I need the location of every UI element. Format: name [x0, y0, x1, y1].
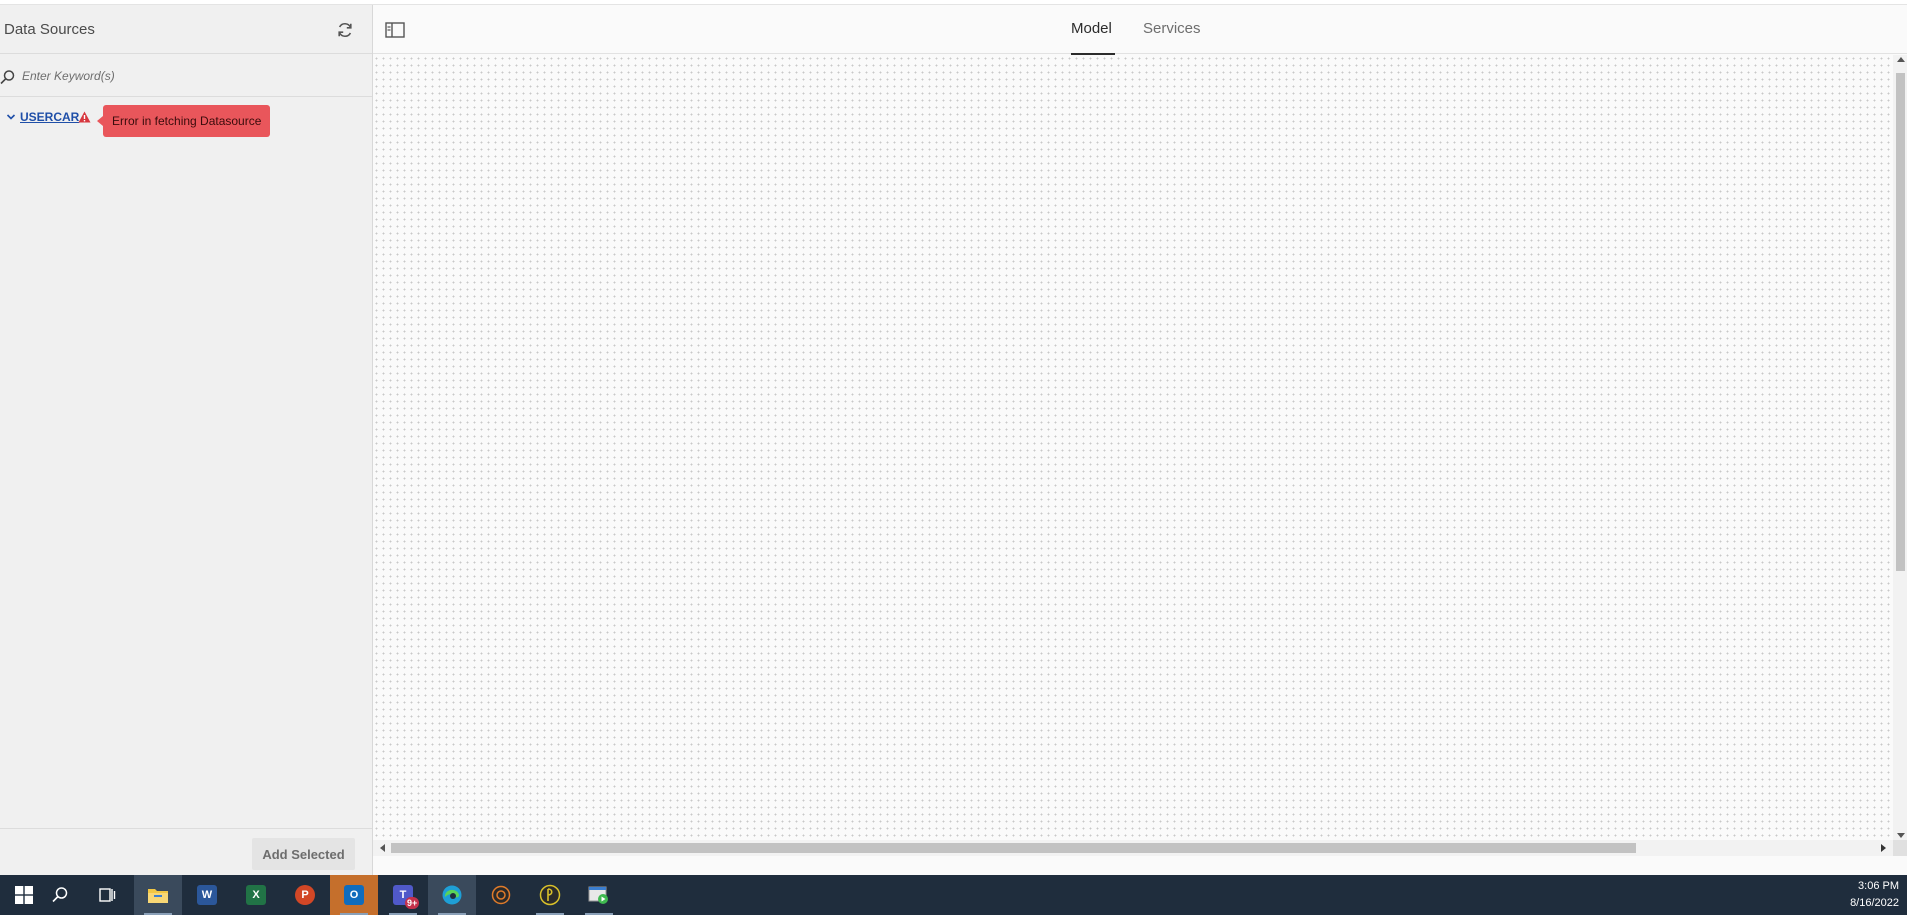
toggle-sidebar-icon[interactable]	[385, 21, 405, 39]
folder-icon	[148, 889, 168, 903]
horizontal-scrollbar[interactable]	[373, 840, 1907, 856]
refresh-button[interactable]	[334, 19, 356, 41]
scrollbar-corner	[1893, 840, 1907, 856]
tab-model[interactable]: Model	[1071, 5, 1115, 55]
search-bar	[0, 55, 372, 97]
datasource-link-usercar[interactable]: USERCAR	[20, 110, 79, 124]
taskbar-outlook[interactable]: O	[330, 875, 378, 915]
taskbar-teams[interactable]: T 9+	[379, 875, 427, 915]
scroll-down-icon[interactable]	[1897, 833, 1905, 838]
system-clock[interactable]: 3:06 PM 8/16/2022	[1819, 878, 1899, 912]
pen-app-icon	[539, 884, 561, 906]
taskbar-word[interactable]: W	[183, 875, 231, 915]
powerpoint-icon: P	[295, 885, 315, 905]
taskbar-app-green[interactable]	[575, 875, 623, 915]
task-view-icon	[99, 888, 116, 902]
taskbar-powerpoint[interactable]: P	[281, 875, 329, 915]
scroll-right-icon[interactable]	[1881, 844, 1886, 852]
search-icon	[52, 887, 68, 903]
windows-taskbar: W X P O T 9+ 3:06 PM 8/16/2022	[0, 875, 1907, 915]
taskbar-app-yellow[interactable]	[526, 875, 574, 915]
error-tooltip: Error in fetching Datasource	[96, 105, 271, 137]
scroll-up-icon[interactable]	[1897, 57, 1905, 62]
outlook-icon: O	[344, 885, 364, 905]
datasource-tree-item: USERCAR Error in fetching Datasource	[0, 105, 372, 137]
data-sources-panel: Data Sources USERCAR	[0, 5, 373, 875]
horizontal-scroll-thumb[interactable]	[391, 843, 1636, 853]
chevron-down-icon[interactable]	[5, 111, 17, 123]
editor-header: Model Services	[373, 5, 1907, 55]
windows-icon	[15, 886, 33, 904]
panel-title: Data Sources	[4, 21, 95, 38]
scroll-left-icon[interactable]	[380, 844, 385, 852]
word-icon: W	[197, 885, 217, 905]
model-editor: Model Services	[373, 5, 1907, 875]
add-selected-button[interactable]: Add Selected	[252, 838, 355, 870]
excel-icon: X	[246, 885, 266, 905]
search-icon	[0, 70, 15, 85]
notification-badge: 9+	[405, 897, 420, 909]
task-view-button[interactable]	[83, 875, 131, 915]
vertical-scrollbar[interactable]	[1893, 55, 1907, 840]
clock-date: 8/16/2022	[1850, 897, 1899, 909]
panel-header: Data Sources	[0, 5, 372, 54]
taskbar-file-explorer[interactable]	[134, 875, 182, 915]
panel-footer: Add Selected	[0, 828, 372, 875]
vertical-scroll-thumb[interactable]	[1896, 73, 1905, 571]
warning-icon[interactable]	[78, 111, 91, 123]
model-canvas[interactable]	[373, 55, 1893, 840]
taskbar-excel[interactable]: X	[232, 875, 280, 915]
circle-app-icon	[491, 885, 511, 905]
tab-services[interactable]: Services	[1143, 5, 1203, 54]
taskbar-edge[interactable]	[428, 875, 476, 915]
app-window: Data Sources USERCAR	[0, 0, 1907, 875]
keyword-search-input[interactable]	[20, 64, 360, 88]
clock-time: 3:06 PM	[1858, 880, 1899, 892]
refresh-icon	[338, 22, 352, 38]
taskbar-search-button[interactable]	[36, 875, 84, 915]
media-app-icon	[588, 886, 608, 904]
taskbar-app-orange[interactable]	[477, 875, 525, 915]
edge-icon	[442, 885, 462, 905]
